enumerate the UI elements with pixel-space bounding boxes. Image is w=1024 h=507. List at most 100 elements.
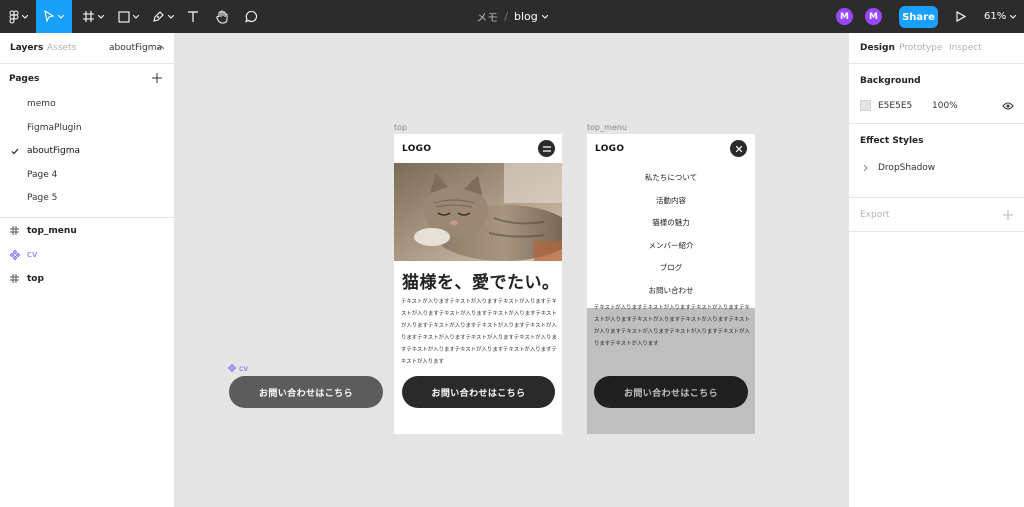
- menu-item[interactable]: 私たちについて: [587, 172, 755, 183]
- hand-tool-button[interactable]: [211, 0, 233, 33]
- layer-item[interactable]: top_menu: [0, 219, 174, 243]
- chevron-up-icon[interactable]: [158, 46, 164, 50]
- tab-layers[interactable]: Layers: [10, 43, 43, 53]
- background-section: Background E5E5E5 100%: [849, 64, 1024, 124]
- canvas[interactable]: cv お問い合わせはこちら top LOGO 猫様を、愛でたい。 テキストが入り…: [175, 33, 848, 507]
- check-icon: [11, 148, 19, 155]
- text-tool-icon: [188, 11, 198, 22]
- background-opacity[interactable]: 100%: [932, 101, 958, 111]
- comment-tool-button[interactable]: [240, 0, 262, 33]
- present-button[interactable]: [952, 0, 970, 33]
- text-tool-button[interactable]: [182, 0, 204, 33]
- page-label: memo: [27, 99, 56, 109]
- frame-top[interactable]: LOGO 猫様を、愛でたい。 テキストが入りますテキストが入りますテキストが入り…: [394, 134, 562, 434]
- avatar[interactable]: M: [836, 8, 853, 25]
- figma-menu-button[interactable]: [0, 0, 36, 33]
- frame-label-top[interactable]: top: [394, 123, 407, 132]
- background-hex[interactable]: E5E5E5: [878, 101, 912, 111]
- page-item[interactable]: memo: [0, 93, 174, 117]
- frame-icon: [10, 273, 19, 283]
- frame-tool-icon: [83, 11, 94, 22]
- file-name[interactable]: blog: [514, 10, 538, 23]
- page-label: Page 5: [27, 193, 58, 203]
- color-swatch[interactable]: [860, 100, 871, 111]
- page-label: FigmaPlugin: [27, 122, 82, 133]
- menu-button[interactable]: [538, 140, 555, 157]
- cv-component-button[interactable]: お問い合わせはこちら: [229, 376, 383, 408]
- comment-tool-icon: [244, 10, 257, 23]
- background-heading: Background: [860, 76, 921, 86]
- avatar[interactable]: M: [865, 8, 882, 25]
- figma-menu-icon: [8, 10, 18, 23]
- component-label[interactable]: cv: [239, 364, 248, 373]
- zoom-control[interactable]: 61%: [984, 0, 1017, 33]
- page-item-current[interactable]: aboutFigma: [0, 140, 174, 164]
- export-section: Export: [849, 198, 1024, 232]
- contact-button[interactable]: お問い合わせはこちら: [402, 376, 555, 408]
- page-item[interactable]: FigmaPlugin: [0, 117, 174, 141]
- add-page-icon[interactable]: [152, 73, 162, 83]
- tab-design[interactable]: Design: [860, 43, 895, 53]
- frame-label-top-menu[interactable]: top_menu: [587, 123, 627, 132]
- chevron-down-icon[interactable]: [541, 14, 548, 19]
- frame-tool-button[interactable]: [78, 0, 108, 33]
- chevron-down-icon: [132, 14, 139, 19]
- layer-label: top: [27, 273, 44, 284]
- close-icon: [735, 145, 742, 152]
- tab-prototype[interactable]: Prototype: [899, 43, 942, 53]
- add-export-icon[interactable]: [1003, 210, 1013, 220]
- toolbar: メモ / blog M M Share 61%: [0, 0, 1024, 33]
- logo: LOGO: [402, 144, 432, 154]
- hero-cat-photo: [394, 163, 562, 261]
- layer-item[interactable]: cv: [0, 243, 174, 267]
- export-heading: Export: [860, 210, 890, 220]
- menu-item[interactable]: ブログ: [587, 262, 755, 273]
- shape-tool-icon: [117, 10, 130, 23]
- body-text: テキストが入りますテキストが入りますテキストが入りますテキストが入りますテキスト…: [401, 299, 557, 366]
- tab-inspect[interactable]: Inspect: [949, 43, 982, 53]
- zoom-level: 61%: [984, 11, 1007, 22]
- page-label: Page 4: [27, 169, 58, 180]
- title-separator: /: [504, 10, 508, 23]
- chevron-down-icon: [98, 14, 104, 19]
- chevron-down-icon: [58, 14, 64, 19]
- component-icon: [10, 249, 20, 260]
- pages-heading: Pages: [9, 74, 40, 84]
- layer-item[interactable]: top: [0, 267, 174, 291]
- menu-overlay: [587, 308, 755, 434]
- cat-image: [394, 163, 562, 261]
- shape-tool-button[interactable]: [112, 0, 144, 33]
- chevron-down-icon: [21, 14, 28, 19]
- layers-panel: Layers Assets aboutFigma Pages memo Figm…: [0, 33, 175, 507]
- effect-style-item[interactable]: DropShadow: [878, 163, 935, 173]
- tab-assets[interactable]: Assets: [47, 43, 76, 53]
- chevron-down-icon: [1010, 14, 1017, 19]
- pen-tool-button[interactable]: [147, 0, 179, 33]
- chevron-down-icon: [168, 14, 174, 19]
- chevron-right-icon[interactable]: [864, 165, 868, 171]
- share-button[interactable]: Share: [899, 6, 938, 28]
- logo: LOGO: [595, 144, 625, 154]
- move-tool-button[interactable]: [36, 0, 72, 33]
- menu-item[interactable]: 猫様の魅力: [587, 217, 755, 228]
- component-icon: [228, 364, 236, 372]
- right-panel-tabs: Design Prototype Inspect: [849, 33, 1024, 64]
- page-label: aboutFigma: [27, 146, 80, 156]
- page-switcher[interactable]: aboutFigma: [109, 43, 162, 53]
- divider: [0, 216, 174, 218]
- menu-item[interactable]: メンバー紹介: [587, 240, 755, 251]
- close-menu-button[interactable]: [730, 140, 747, 157]
- eye-icon[interactable]: [1002, 102, 1014, 110]
- frame-top-menu[interactable]: LOGO 私たちについて 活動内容 猫様の魅力 メンバー紹介 ブログ お問い合わ…: [587, 134, 755, 434]
- frame-icon: [10, 225, 19, 235]
- present-icon: [956, 11, 966, 22]
- layers-list: top_menu cv top: [0, 219, 174, 291]
- page-item[interactable]: Page 4: [0, 164, 174, 188]
- project-name[interactable]: メモ: [476, 9, 498, 25]
- effect-styles-heading: Effect Styles: [860, 136, 924, 146]
- menu-item[interactable]: お問い合わせ: [587, 285, 755, 296]
- layer-label: top_menu: [27, 225, 77, 236]
- hamburger-icon: [542, 145, 551, 152]
- page-item[interactable]: Page 5: [0, 187, 174, 211]
- menu-item[interactable]: 活動内容: [587, 195, 755, 206]
